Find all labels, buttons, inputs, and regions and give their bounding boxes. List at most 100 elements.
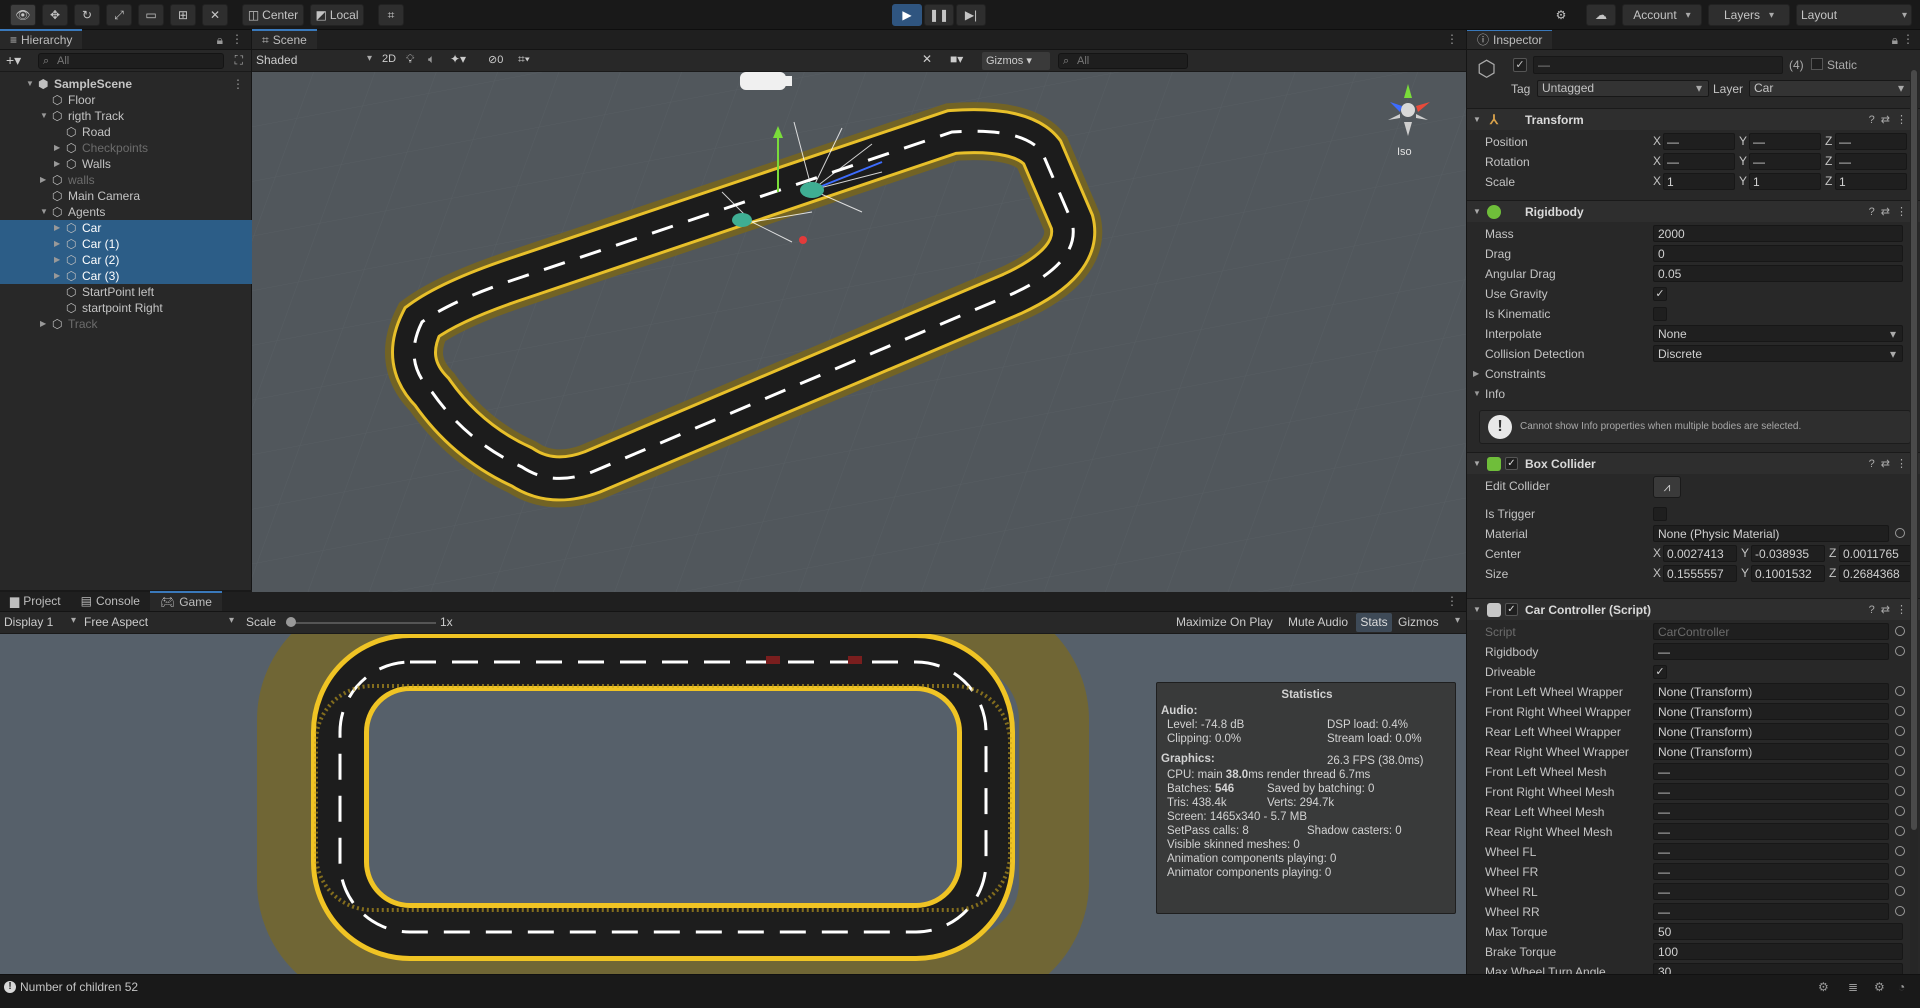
game-viewport[interactable]: Statistics Audio: Level: -74.8 dB DSP lo… xyxy=(0,634,1466,974)
move-tool-button[interactable]: ✥ xyxy=(42,4,68,26)
component-enabled-checkbox[interactable]: ✓ xyxy=(1505,603,1518,616)
grid-toggle-icon[interactable]: ⌗▾ xyxy=(518,52,530,67)
pivot-center-button[interactable]: ◫ Center xyxy=(242,4,304,26)
tab-scene[interactable]: ⌗ Scene xyxy=(252,29,317,49)
transform-component-header[interactable]: ▼ ⅄ Transform ?⇄⋮ xyxy=(1467,108,1920,130)
active-checkbox[interactable]: ✓ xyxy=(1513,58,1527,72)
object-picker-icon[interactable] xyxy=(1895,626,1905,636)
drag-field[interactable]: 0 xyxy=(1653,245,1903,262)
x-value[interactable]: — xyxy=(1663,133,1735,150)
account-dropdown[interactable]: Account xyxy=(1622,4,1702,26)
hierarchy-item[interactable]: ⬡ startpoint Right xyxy=(0,300,252,316)
controller-field-field[interactable]: None (Transform) xyxy=(1653,683,1889,700)
orientation-gizmo[interactable] xyxy=(1378,80,1438,140)
hierarchy-item[interactable]: ⬡ Main Camera xyxy=(0,188,252,204)
component-tools[interactable]: ?⇄⋮ xyxy=(1869,453,1913,475)
position-x-field[interactable]: X — xyxy=(1653,133,1735,150)
material-field[interactable]: None (Physic Material) xyxy=(1653,525,1889,542)
inspector-scrollbar[interactable] xyxy=(1910,70,1918,974)
kebab-menu-icon[interactable]: ⋮ xyxy=(231,33,243,45)
tools-icon[interactable]: ✕ xyxy=(922,52,932,66)
hierarchy-item[interactable]: ▶ ⬡ walls xyxy=(0,172,252,188)
tab-game[interactable]: 🎮︎ Game xyxy=(149,591,222,611)
object-picker-icon[interactable] xyxy=(1895,806,1905,816)
object-picker-icon[interactable] xyxy=(1895,646,1905,656)
object-picker-icon[interactable] xyxy=(1895,686,1905,696)
object-picker-icon[interactable] xyxy=(1895,866,1905,876)
pause-button[interactable]: ❚❚ xyxy=(924,4,954,26)
tab-hierarchy[interactable]: ≡ Hierarchy xyxy=(0,29,83,49)
constraints-row[interactable]: Constraints ▶ xyxy=(1467,364,1920,384)
hierarchy-item[interactable]: ▼ ⬡ rigth Track xyxy=(0,108,252,124)
object-picker-icon[interactable] xyxy=(1895,766,1905,776)
custom-tool-button[interactable]: ✕ xyxy=(202,4,228,26)
controller-field-field[interactable]: — xyxy=(1653,843,1889,860)
controller-field-field[interactable]: — xyxy=(1653,763,1889,780)
controller-field-field[interactable]: None (Transform) xyxy=(1653,743,1889,760)
projection-label[interactable]: Iso xyxy=(1397,146,1412,158)
bug-icon[interactable]: ⚙ xyxy=(1818,975,1829,999)
progress-icon[interactable]: ◔ xyxy=(1898,975,1905,999)
aspect-dropdown[interactable]: Free Aspect ▾ xyxy=(84,615,234,629)
scale-slider-handle[interactable] xyxy=(286,617,296,627)
box-collider-component-header[interactable]: ▼ ✓ Box Collider ?⇄⋮ xyxy=(1467,452,1920,474)
chevron-down-icon[interactable]: ▼ xyxy=(40,108,48,124)
view-tool-button[interactable]: 👁 xyxy=(10,4,36,26)
chevron-down-icon[interactable]: ▼ xyxy=(26,76,34,92)
hierarchy-item[interactable]: ▶ ⬡ Walls xyxy=(0,156,252,172)
maximize-on-play-toggle[interactable]: Maximize On Play xyxy=(1176,615,1273,629)
layer-dropdown[interactable]: Car xyxy=(1749,80,1911,97)
rigidbody-component-header[interactable]: ▼ Rigidbody ?⇄⋮ xyxy=(1467,200,1920,222)
x-value[interactable]: 0.0027413 xyxy=(1663,545,1737,562)
controller-field-field[interactable]: None (Transform) xyxy=(1653,703,1889,720)
controller-field-field[interactable]: — xyxy=(1653,903,1889,920)
tag-dropdown[interactable]: Untagged xyxy=(1537,80,1709,97)
y-value[interactable]: -0.038935 xyxy=(1751,545,1825,562)
camera-gizmo[interactable] xyxy=(740,72,792,90)
object-picker-icon[interactable] xyxy=(1895,886,1905,896)
transform-tool-button[interactable]: ⊞ xyxy=(170,4,196,26)
kebab-menu-icon[interactable]: ⋮ xyxy=(1902,33,1914,45)
object-picker-icon[interactable] xyxy=(1895,826,1905,836)
is-kinematic-checkbox[interactable] xyxy=(1653,307,1667,321)
position-z-field[interactable]: Z — xyxy=(1825,133,1907,150)
mass-field[interactable]: 2000 xyxy=(1653,225,1903,242)
center-z-field[interactable]: Z 0.0011765 xyxy=(1829,545,1913,562)
scale-x-field[interactable]: X1 xyxy=(1653,173,1735,190)
controller-rigidbody-field[interactable]: — xyxy=(1653,643,1889,660)
chevron-right-icon[interactable]: ▶ xyxy=(54,156,60,172)
camera-icon[interactable]: ■▾ xyxy=(950,52,963,66)
chevron-right-icon[interactable]: ▶ xyxy=(54,252,60,268)
layers-icon[interactable]: ≣ xyxy=(1848,975,1858,999)
cloud-button[interactable]: ☁ xyxy=(1586,4,1616,26)
rotation-z-field[interactable]: Z — xyxy=(1825,153,1907,170)
y-value[interactable]: 0.1001532 xyxy=(1751,565,1825,582)
y-value[interactable]: — xyxy=(1749,153,1821,170)
tab-project[interactable]: ▆ Project xyxy=(0,591,71,611)
use-gravity-checkbox[interactable]: ✓ xyxy=(1653,287,1667,301)
scene-gizmos-dropdown[interactable]: Gizmos ▾ xyxy=(982,52,1050,70)
rect-tool-button[interactable]: ▭ xyxy=(138,4,164,26)
scale-y-field[interactable]: Y1 xyxy=(1739,173,1821,190)
collision-detection-field[interactable]: Discrete xyxy=(1653,345,1903,362)
status-message[interactable]: Number of children 52 xyxy=(20,975,138,999)
mute-audio-toggle[interactable]: Mute Audio xyxy=(1288,615,1348,629)
hierarchy-item[interactable]: ▶ ⬡ Checkpoints xyxy=(0,140,252,156)
controller-field-field[interactable]: — xyxy=(1653,783,1889,800)
chevron-right-icon[interactable]: ▶ xyxy=(40,172,46,188)
chevron-right-icon[interactable]: ▶ xyxy=(54,220,60,236)
chevron-right-icon[interactable]: ▶ xyxy=(1473,364,1479,384)
lock-icon[interactable]: 🔒︎ xyxy=(1892,34,1898,46)
hierarchy-item[interactable]: ⬡ StartPoint left xyxy=(0,284,252,300)
object-picker-icon[interactable] xyxy=(1895,906,1905,916)
rotate-tool-button[interactable]: ↻ xyxy=(74,4,100,26)
audio-toggle-icon[interactable]: 🔈︎ xyxy=(428,52,435,67)
x-value[interactable]: — xyxy=(1663,153,1735,170)
settings-icon[interactable]: ⚙ xyxy=(1874,975,1885,999)
shading-mode-dropdown[interactable]: Shaded ▾ xyxy=(256,53,372,69)
z-value[interactable]: 1 xyxy=(1835,173,1907,190)
brake-torque-field[interactable]: 100 xyxy=(1653,943,1903,960)
services-button[interactable]: ⚙ xyxy=(1548,4,1574,26)
chevron-down-icon[interactable]: ▼ xyxy=(1473,384,1481,404)
hierarchy-item[interactable]: ▶ ⬡ Car xyxy=(0,220,252,236)
